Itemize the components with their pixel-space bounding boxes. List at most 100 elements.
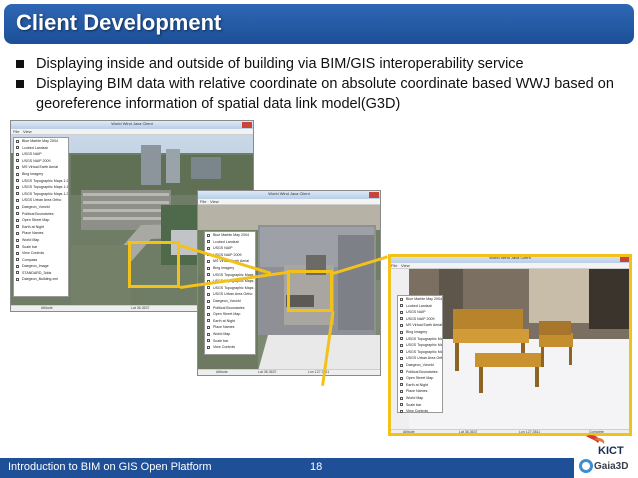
layer-item[interactable]: Open Street Map bbox=[205, 311, 255, 318]
layer-item[interactable]: Blue Marble May 2004 bbox=[14, 138, 68, 145]
layer-checkbox[interactable] bbox=[207, 299, 210, 303]
menu-view[interactable]: View bbox=[210, 199, 219, 204]
layer-label: Bing Imagery bbox=[213, 265, 235, 270]
layer-label: Bing Imagery bbox=[22, 171, 44, 176]
layer-label: USGS Topographic Maps 1:250K bbox=[22, 178, 68, 183]
layer-checkbox[interactable] bbox=[16, 205, 19, 209]
layer-item[interactable]: World Map bbox=[14, 237, 68, 244]
layer-item[interactable]: MS Virtual Earth Aerial bbox=[14, 164, 68, 171]
layer-checkbox[interactable] bbox=[16, 245, 19, 249]
bullet-list: Displaying inside and outside of buildin… bbox=[14, 54, 628, 114]
layer-checkbox[interactable] bbox=[16, 198, 19, 202]
layer-checkbox[interactable] bbox=[207, 266, 210, 270]
layer-label: MS Virtual Earth Aerial bbox=[22, 165, 59, 170]
layer-checkbox[interactable] bbox=[16, 218, 19, 222]
layer-checkbox[interactable] bbox=[207, 312, 210, 316]
layer-checkbox[interactable] bbox=[16, 271, 19, 275]
layer-checkbox[interactable] bbox=[16, 146, 19, 150]
layer-label: Daegeon_Building.xml bbox=[22, 277, 58, 282]
layer-item[interactable]: Daegeon_Image bbox=[14, 263, 68, 270]
layer-item[interactable]: Daegeon_Vworld bbox=[14, 204, 68, 211]
layer-item[interactable]: i-cubed Landsat bbox=[205, 239, 255, 246]
layer-checkbox[interactable] bbox=[16, 238, 19, 242]
layer-checkbox[interactable] bbox=[207, 325, 210, 329]
layer-checkbox[interactable] bbox=[207, 246, 210, 250]
layer-checkbox[interactable] bbox=[207, 339, 210, 343]
layer-item[interactable]: i-cubed Landsat bbox=[14, 145, 68, 152]
layer-item[interactable]: View Controls bbox=[14, 250, 68, 257]
layer-checkbox[interactable] bbox=[16, 152, 19, 156]
footer-bar: Introduction to BIM on GIS Open Platform… bbox=[0, 458, 574, 478]
layer-item[interactable]: View Controls bbox=[205, 344, 255, 351]
layer-checkbox[interactable] bbox=[16, 264, 19, 268]
layer-item[interactable]: USGS Topographic Maps 1:24K bbox=[205, 285, 255, 292]
layer-item[interactable]: USGS Topographic Maps 1:24K bbox=[14, 191, 68, 198]
layer-checkbox[interactable] bbox=[207, 259, 210, 263]
highlight-box-building bbox=[128, 241, 180, 288]
layer-item[interactable]: USGS Topographic Maps 1:100K bbox=[14, 184, 68, 191]
layer-item[interactable]: USGS Urban Area Ortho bbox=[14, 197, 68, 204]
layer-item[interactable]: USGS Urban Area Ortho bbox=[205, 291, 255, 298]
bullet-square-icon bbox=[16, 60, 24, 68]
layer-item[interactable]: Political Boundaries bbox=[14, 211, 68, 218]
layer-item[interactable]: Earth at Night bbox=[14, 224, 68, 231]
layer-checkbox[interactable] bbox=[207, 273, 210, 277]
layer-checkbox[interactable] bbox=[207, 286, 210, 290]
layer-item[interactable]: Bing Imagery bbox=[14, 171, 68, 178]
layer-item[interactable]: STANDARD_3dds bbox=[14, 270, 68, 277]
layer-item[interactable]: USGS NAIP 2009 bbox=[14, 158, 68, 165]
window-title: World Wind Java Client bbox=[111, 121, 153, 126]
menu-file[interactable]: File bbox=[13, 129, 19, 134]
layer-item[interactable]: USGS NAIP bbox=[205, 245, 255, 252]
layer-item[interactable]: Daegeon_Vworld bbox=[205, 298, 255, 305]
layer-checkbox[interactable] bbox=[16, 139, 19, 143]
layer-item[interactable]: Open Street Map bbox=[14, 217, 68, 224]
layer-checkbox[interactable] bbox=[207, 292, 210, 296]
slide-title-bar: Client Development bbox=[4, 4, 634, 44]
status-lat: Lat 36.3637 bbox=[258, 370, 277, 374]
layer-checkbox[interactable] bbox=[16, 212, 19, 216]
layer-label: Daegeon_Vworld bbox=[22, 204, 50, 209]
layer-item[interactable]: Scale bar bbox=[205, 338, 255, 345]
layer-item[interactable]: USGS NAIP bbox=[14, 151, 68, 158]
close-icon[interactable] bbox=[369, 192, 379, 198]
layer-label: View Controls bbox=[213, 345, 236, 350]
layer-item[interactable]: Place Names bbox=[205, 324, 255, 331]
layer-checkbox[interactable] bbox=[207, 233, 210, 237]
layer-item[interactable]: Daegeon_Building.xml bbox=[14, 276, 68, 283]
layer-checkbox[interactable] bbox=[16, 185, 19, 189]
bullet-item: Displaying BIM data with relative coordi… bbox=[14, 74, 628, 114]
layer-item[interactable]: Blue Marble May 2004 bbox=[205, 232, 255, 239]
layer-checkbox[interactable] bbox=[16, 231, 19, 235]
layer-checkbox[interactable] bbox=[207, 306, 210, 310]
close-icon[interactable] bbox=[242, 122, 252, 128]
window-titlebar: World Wind Java Client bbox=[11, 121, 253, 129]
layer-label: Earth at Night bbox=[22, 224, 44, 229]
layer-item[interactable]: World Map bbox=[205, 331, 255, 338]
layer-checkbox[interactable] bbox=[16, 165, 19, 169]
layer-item[interactable]: Place Names bbox=[14, 230, 68, 237]
layer-checkbox[interactable] bbox=[16, 225, 19, 229]
layer-checkbox[interactable] bbox=[207, 332, 210, 336]
kict-logo: KICT bbox=[586, 435, 624, 456]
layer-label: World Map bbox=[213, 331, 231, 336]
menu-file[interactable]: File bbox=[200, 199, 206, 204]
layer-item[interactable]: Political Boundaries bbox=[205, 305, 255, 312]
layer-item[interactable]: Compass bbox=[14, 257, 68, 264]
layer-label: Open Street Map bbox=[213, 312, 241, 317]
layer-checkbox[interactable] bbox=[16, 278, 19, 282]
layer-checkbox[interactable] bbox=[16, 192, 19, 196]
layer-checkbox[interactable] bbox=[207, 345, 210, 349]
layer-checkbox[interactable] bbox=[16, 179, 19, 183]
layer-item[interactable]: Scale bar bbox=[14, 244, 68, 251]
layer-checkbox[interactable] bbox=[16, 172, 19, 176]
layer-item[interactable]: USGS Topographic Maps 1:250K bbox=[14, 178, 68, 185]
menu-view[interactable]: View bbox=[23, 129, 32, 134]
layer-item[interactable]: Earth at Night bbox=[205, 318, 255, 325]
layer-checkbox[interactable] bbox=[16, 251, 19, 255]
layer-checkbox[interactable] bbox=[16, 159, 19, 163]
layer-checkbox[interactable] bbox=[207, 319, 210, 323]
layer-checkbox[interactable] bbox=[207, 240, 210, 244]
slide-title: Client Development bbox=[16, 10, 222, 35]
layer-checkbox[interactable] bbox=[16, 258, 19, 262]
